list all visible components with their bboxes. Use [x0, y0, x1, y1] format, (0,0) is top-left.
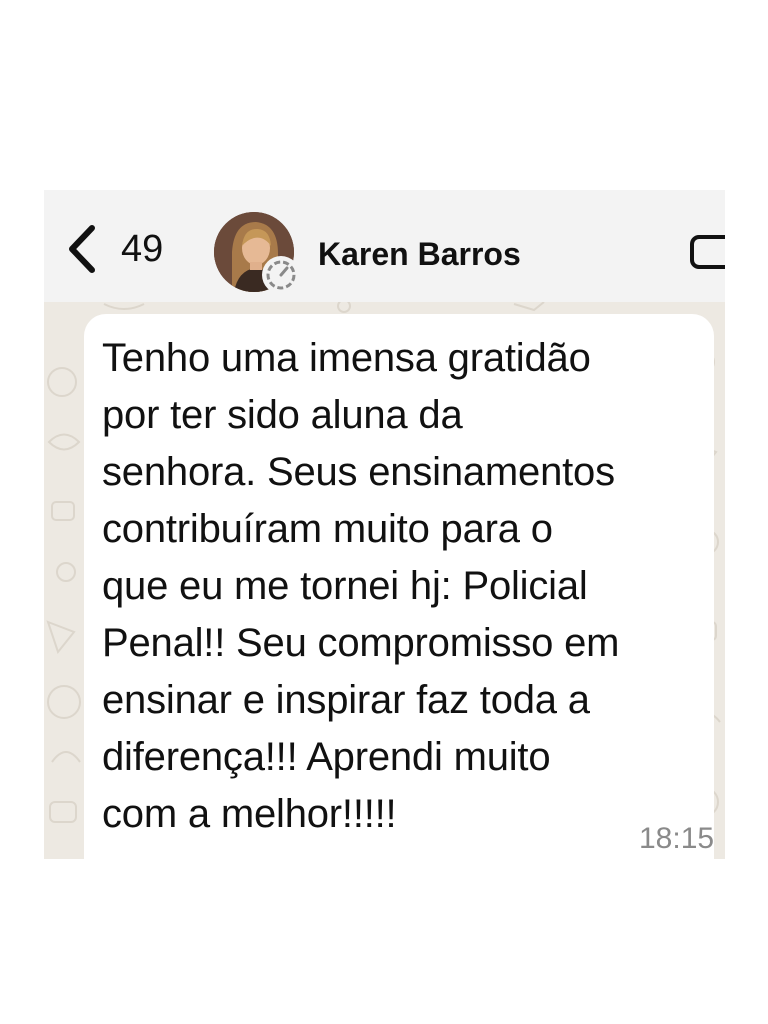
back-chevron-icon[interactable] — [62, 220, 102, 278]
chat-header: 49 Karen Barros — [44, 190, 725, 302]
message-timestamp: 18:15 — [639, 822, 715, 855]
status-ring-icon — [262, 256, 300, 294]
chat-area: Tenho uma imensa gratidão por ter sido a… — [44, 302, 725, 859]
message-text: Tenho uma imensa gratidão por ter sido a… — [102, 336, 620, 836]
unread-count[interactable]: 49 — [121, 228, 163, 271]
video-call-icon[interactable] — [689, 234, 725, 270]
chat-screenshot: 49 Karen Barros Tenho uma imensa gratidã… — [44, 190, 725, 859]
contact-name[interactable]: Karen Barros — [318, 236, 521, 273]
message-bubble[interactable]: Tenho uma imensa gratidão por ter sido a… — [84, 314, 714, 859]
